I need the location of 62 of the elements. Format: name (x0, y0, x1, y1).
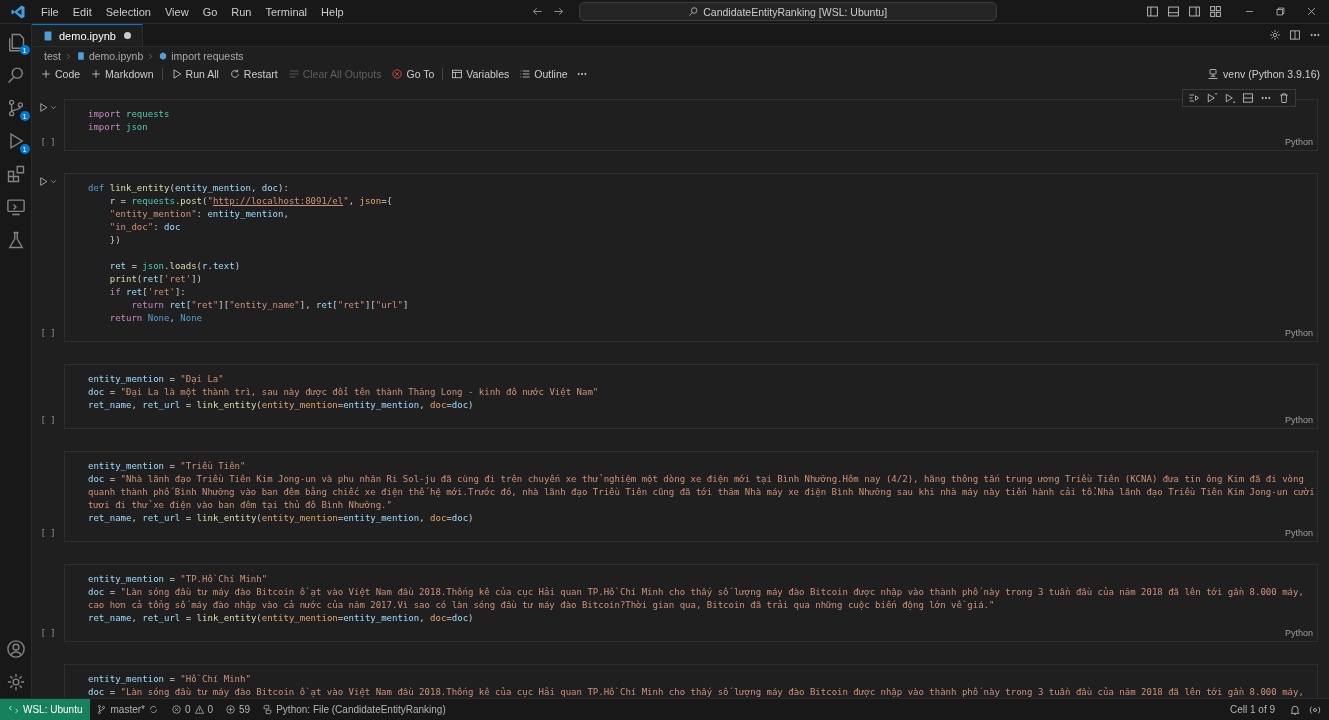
code-line: print(ret['ret']) (108, 273, 204, 286)
toolbar-button[interactable]: Outline (517, 68, 570, 80)
code-cell[interactable]: entity_mention = "Đại La" doc = "Đại La là một thành trì, sau này được đổi tên thành Thăng Long - kinh đô nước Việt Nam" ret_name, ret_url = link_entity(entity_mention=entity_mention, doc=doc) Python (64, 364, 1318, 429)
code-line: ret_name, ret_url = link_entity(entity_mention=entity_mention, doc=doc) (88, 512, 475, 525)
code-line: entity_mention = "Hồ Chí Minh" (88, 673, 252, 686)
cell-language[interactable]: Python (1284, 415, 1313, 425)
menu-item[interactable]: Edit (65, 5, 99, 18)
code-line: if ret['ret']: (108, 286, 187, 299)
language-indicator[interactable]: Python: File (CandidateEntityRanking) (256, 704, 452, 715)
code-line: entity_mention = "TP.Hồ Chí Minh" (88, 573, 269, 586)
toolbar-button[interactable]: Variables (449, 68, 512, 80)
add-cell-button[interactable]: Code (38, 68, 83, 80)
code-line: ret = json.loads(r.text) (108, 260, 242, 273)
editor-tab[interactable]: demo.ipynb (32, 24, 143, 46)
code-line: ret_name, ret_url = link_entity(entity_mention=entity_mention, doc=doc) (88, 399, 475, 412)
code-line: doc = "Làn sóng đầu tư máy đào Bitcoin ồ ạt vào Việt Nam đầu 2018.Thống kê của cục Hải quan TP.Hồ Chí Minh cho thấy số lượng máy đào Bitcoin được nhập vào thành phố này trong 3 tuần đầu của năm 2018 đã lên tới gần 8.000 máy, (88, 686, 1305, 698)
breadcrumb-item[interactable]: import requests (171, 50, 244, 62)
menu-item[interactable]: Run (224, 5, 259, 18)
toolbar-button[interactable]: Restart (226, 68, 280, 80)
execution-count: [ ] (40, 138, 56, 147)
execution-count: [ ] (40, 416, 56, 425)
menu-item[interactable]: File (34, 5, 66, 18)
code-line: def link_entity(entity_mention, doc): (88, 182, 290, 195)
execution-count: [ ] (40, 629, 56, 638)
execution-count: [ ] (40, 529, 56, 538)
code-line: doc = "Đại La là một thành trì, sau này được đổi tên thành Thăng Long - kinh đô nước Việt Nam" (88, 386, 600, 399)
menu-item[interactable]: Help (314, 5, 351, 18)
ports-indicator[interactable]: 59 (219, 704, 257, 715)
execution-count: [ ] (40, 329, 56, 338)
cell-language[interactable]: Python (1284, 328, 1313, 338)
code-line: "in_doc": doc (108, 221, 182, 234)
menu-item[interactable]: Terminal (258, 5, 315, 18)
cell-language[interactable]: Python (1284, 137, 1313, 147)
code-line: return ret["ret"]["entity_name"], ret["ret"]["url"] (130, 299, 410, 312)
code-line: return None, None (108, 312, 203, 325)
problems-indicator[interactable]: 0 0 (164, 704, 220, 715)
code-line: r = requests.post("http://localhost:8091/el", json={ (108, 195, 394, 208)
menu-item[interactable]: Selection (98, 5, 158, 18)
menu-item[interactable]: View (157, 5, 196, 18)
kernel-picker[interactable]: venv (Python 3.9.16) (1207, 68, 1320, 80)
toolbar-button[interactable]: Run All (168, 68, 221, 80)
code-line: import requests (88, 108, 171, 121)
branch-indicator[interactable]: master* (90, 704, 165, 715)
code-line: }) (108, 234, 122, 247)
code-line: "entity_mention": entity_mention, (108, 208, 290, 221)
code-line: ret_name, ret_url = link_entity(entity_mention=entity_mention, doc=doc) (88, 612, 475, 625)
add-cell-button[interactable]: Markdown (88, 68, 156, 80)
code-cell[interactable]: import requests import json Python (64, 99, 1318, 151)
cell-indicator[interactable]: Cell 1 of 9 (1223, 704, 1281, 715)
breadcrumb-item[interactable]: demo.ipynb (88, 50, 144, 62)
command-center[interactable]: CandidateEntityRanking [WSL: Ubuntu] (578, 2, 997, 21)
toolbar-button[interactable]: Go To (389, 68, 437, 80)
cell-language[interactable]: Python (1284, 528, 1313, 538)
breadcrumb-item[interactable]: test (44, 50, 61, 62)
code-line: doc = "Nhà lãnh đạo Triều Tiên Kim Jong-un và phu nhân Ri Sol-ju đã cùng đi trên chuyến xe thử nghiệm một dòng xe điện mới tại Bình Nhưỡng.Hôm nay (4/2), hãng thông tấn trung ương Triều Tiên (KCNA) đưa tin ông Kim đã đi vòng quanh thành phố Bình Nhưỡng vào ban đêm bằng chiếc xe điện thế hệ mới.Trước đó, nhà lãnh đạo Triều Tiên cũng đã tới thăm Nhà máy xe điện Bình Nhưỡng sau khi nhà máy này tiến hành cải tổ.Nhà lãnh đạo Triều Tiên Kim Jong-un cười tươi đi thử xe điện vào ban đêm tại thủ đô Bình Nhưỡng." (88, 473, 1316, 512)
remote-indicator[interactable]: WSL: Ubuntu (0, 699, 91, 720)
code-line: entity_mention = "Triều Tiên" (88, 460, 247, 473)
code-line: import json (88, 121, 149, 134)
cell-language[interactable]: Python (1284, 628, 1313, 638)
code-line: doc = "Làn sóng đầu tư máy đào Bitcoin ồ ạt vào Việt Nam đầu 2018.Thống kê của cục Hải quan TP.Hồ Chí Minh cho thấy số lượng máy đào Bitcoin được nhập vào thành phố này trong 3 tuần đầu của năm 2018 đã lên tới gần 8.000 máy, cao hơn cả tổng số máy đào nhập vào cả nước của năm 2017.Vì sao có làn sóng đầu tư máy đào Bitcoin?Thời gian qua, Bitcoin đã trải qua những cuộc biến động lớn về giá." (88, 586, 1305, 612)
code-line: entity_mention = "Đại La" (88, 373, 225, 386)
menu-item[interactable]: Go (195, 5, 225, 18)
